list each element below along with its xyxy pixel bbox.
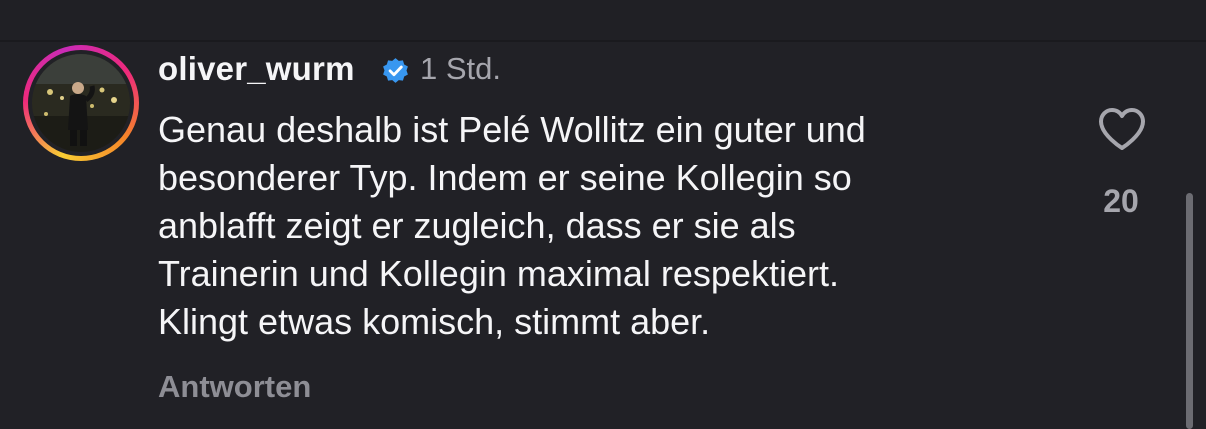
username[interactable]: oliver_wurm xyxy=(158,50,355,88)
reply-button[interactable]: Antworten xyxy=(158,369,311,405)
comment-line: besonderer Typ. Indem er seine Kollegin … xyxy=(158,157,852,198)
comment-line: Klingt etwas komisch, stimmt aber. xyxy=(158,301,711,342)
timestamp: 1 Std. xyxy=(420,51,501,86)
previous-item-area xyxy=(0,0,1206,40)
comment-line: anblafft zeigt er zugleich, dass er sie … xyxy=(158,205,796,246)
comment-line: Genau deshalb ist Pelé Wollitz ein guter… xyxy=(158,109,866,150)
verified-badge-icon xyxy=(383,58,408,83)
avatar-story-ring[interactable] xyxy=(23,45,139,161)
like-count: 20 xyxy=(1103,183,1139,219)
divider xyxy=(0,40,1206,42)
heart-outline-icon[interactable] xyxy=(1097,106,1147,152)
scrollbar[interactable] xyxy=(1186,193,1193,429)
comment-screen: oliver_wurm 1 Std. Genau deshalb ist Pel… xyxy=(0,0,1206,429)
avatar-photo xyxy=(32,54,130,152)
comment-text: Genau deshalb ist Pelé Wollitz ein guter… xyxy=(158,106,1058,346)
comment-line: Trainerin und Kollegin maximal respektie… xyxy=(158,253,839,294)
avatar[interactable] xyxy=(32,54,130,152)
